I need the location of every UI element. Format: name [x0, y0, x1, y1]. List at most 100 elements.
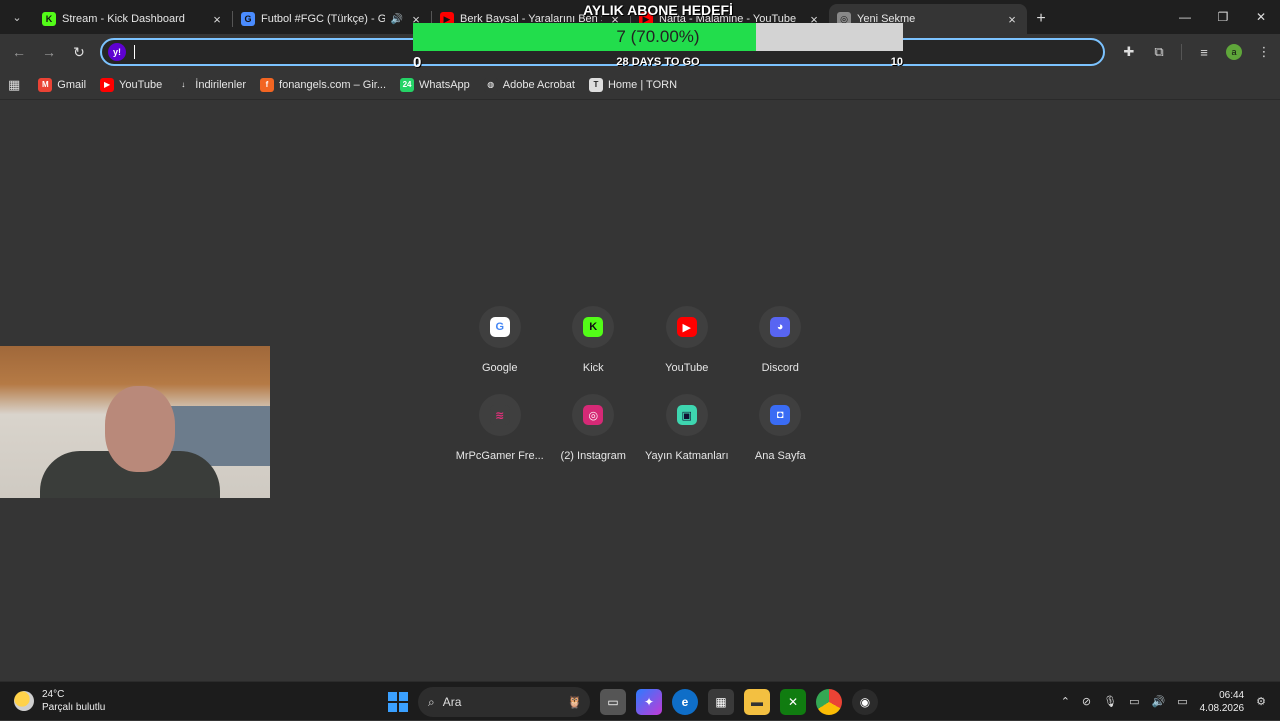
tab[interactable]: K Stream - Kick Dashboard × — [34, 4, 232, 34]
bookmark-favicon-icon: 24 — [400, 77, 415, 92]
close-window-button[interactable]: ✕ — [1242, 0, 1280, 34]
shortcut-logo-icon: G — [489, 317, 510, 337]
copilot-icon[interactable]: ✦ — [636, 689, 662, 715]
network-off-icon[interactable]: ⊘ — [1082, 695, 1091, 708]
weather-widget[interactable]: 24°C Parçalı bulutlu — [14, 688, 105, 714]
subscriber-goal-overlay: 7 (70.00%) AYLIK ABONE HEDEFİ 0 28 DAYS … — [413, 0, 903, 72]
task-view-icon[interactable]: ▭ — [600, 689, 626, 715]
edge-icon[interactable]: e — [672, 689, 698, 715]
shortcut-label: Discord — [761, 362, 799, 374]
store-icon[interactable]: ▦ — [708, 689, 734, 715]
tab-title: Stream - Kick Dashboard — [62, 13, 185, 25]
shortcut-label: Google — [482, 362, 518, 374]
battery-icon[interactable]: ▭ — [1177, 695, 1187, 708]
clock-date: 4.08.2026 — [1199, 702, 1245, 714]
goal-title: AYLIK ABONE HEDEFİ — [583, 2, 733, 18]
toolbar-actions: ✚ ⧉ ≡ a ⋮ — [1121, 34, 1272, 70]
restore-button[interactable]: ❐ — [1204, 0, 1242, 34]
back-button[interactable]: ← — [4, 44, 34, 60]
media-controls-icon[interactable]: ≡ — [1196, 45, 1212, 60]
shortcut-icon-circle: ◘ — [759, 394, 802, 436]
clock[interactable]: 06:44 4.08.2026 — [1200, 689, 1245, 715]
kebab-menu-icon[interactable]: ⋮ — [1256, 44, 1272, 60]
shortcut-tile[interactable]: K Kick — [547, 306, 641, 374]
extensions-icon[interactable]: ⧉ — [1151, 44, 1167, 60]
settings-gear-icon[interactable]: ⚙ — [1256, 695, 1266, 708]
bookmark-favicon-icon: T — [588, 77, 603, 92]
shortcut-logo-icon: ▣ — [676, 405, 697, 425]
bookmark-label: Gmail — [57, 78, 87, 91]
microphone-icon[interactable]: 🎙 — [1103, 695, 1117, 708]
games-icon[interactable]: ✚ — [1121, 44, 1137, 60]
minimize-button[interactable]: — — [1166, 0, 1204, 34]
shortcut-logo-icon: ◕ — [770, 317, 791, 337]
bookmark-label: fonangels.com – Gir... — [279, 78, 387, 91]
bookmark-item[interactable]: ◍ Adobe Acrobat — [483, 77, 575, 92]
xbox-icon[interactable]: ✕ — [780, 689, 806, 715]
bookmark-label: İndirilenler — [195, 78, 247, 91]
bookmark-favicon-icon: f — [260, 77, 275, 92]
bookmarks-bar: ▦ M Gmail ▶ YouTube ↓ İndirilenler f fonangels.… — [0, 70, 1280, 100]
shortcut-tile[interactable]: ▶ YouTube — [640, 306, 734, 374]
shortcut-label: Kick — [582, 362, 604, 374]
forward-button[interactable]: → — [34, 44, 64, 60]
shortcut-icon-circle: K — [572, 306, 615, 348]
shortcut-tile[interactable]: ≋ MrPcGamer Fre... — [453, 394, 547, 462]
text-cursor — [134, 45, 135, 59]
shortcut-label: YouTube — [665, 362, 709, 374]
obs-icon[interactable]: ◉ — [852, 689, 878, 715]
speaker-icon[interactable]: 🔊 — [1152, 695, 1166, 708]
shortcut-logo-icon: ◎ — [583, 405, 604, 425]
shortcut-tile[interactable]: ◕ Discord — [734, 306, 828, 374]
profile-avatar[interactable]: a — [1226, 44, 1242, 60]
search-icon: ⌕ — [428, 694, 435, 709]
tab-search-button[interactable]: ⌄ — [0, 0, 34, 34]
shortcut-icon-circle: ▶ — [665, 306, 708, 348]
bookmark-label: Adobe Acrobat — [502, 78, 575, 91]
reload-button[interactable]: ↻ — [64, 44, 94, 61]
webcam-feed — [0, 346, 270, 498]
shortcut-logo-icon: ≋ — [489, 405, 510, 425]
goal-progress-label: 7 (70.00%) — [616, 27, 700, 46]
bookmark-label: WhatsApp — [419, 78, 470, 91]
shortcut-tile[interactable]: ▣ Yayın Katmanları — [640, 394, 734, 462]
webcam-person-head — [105, 386, 175, 472]
shortcut-tile[interactable]: ◎ (2) Instagram — [547, 394, 641, 462]
bookmark-item[interactable]: T Home | TORN — [588, 77, 678, 92]
tab-close-icon[interactable]: × — [1005, 12, 1019, 27]
bookmark-favicon-icon: ◍ — [483, 77, 498, 92]
bookmark-item[interactable]: f fonangels.com – Gir... — [260, 77, 387, 92]
bookmark-item[interactable]: M Gmail — [38, 77, 87, 92]
tab-close-icon[interactable]: × — [210, 12, 224, 27]
goal-days-label: 28 DAYS TO GO — [616, 56, 700, 68]
chevron-up-icon[interactable]: ⌃ — [1061, 695, 1070, 708]
bookmark-item[interactable]: ↓ İndirilenler — [176, 77, 247, 92]
start-button[interactable] — [388, 692, 408, 712]
partly-cloudy-icon — [14, 691, 34, 711]
bookmark-item[interactable]: ▶ YouTube — [100, 77, 162, 92]
taskbar-search[interactable]: ⌕ Ara 🦉 — [418, 687, 590, 717]
bookmark-item[interactable]: 24 WhatsApp — [400, 77, 470, 92]
shortcut-grid: G Google K Kick ▶ YouTube ◕ Discord ≋ MrPcGamer F… — [453, 306, 827, 462]
display-icon[interactable]: ▭ — [1129, 695, 1139, 708]
search-label: Ara — [442, 695, 462, 709]
shortcut-label: (2) Instagram — [560, 450, 626, 462]
shortcut-label: MrPcGamer Fre... — [455, 450, 544, 462]
bookmark-label: Home | TORN — [607, 78, 678, 91]
shortcut-icon-circle: G — [478, 306, 521, 348]
bookmark-favicon-icon: M — [38, 77, 53, 92]
chrome-icon[interactable] — [816, 689, 842, 715]
tab[interactable]: G Futbol #FGC (Türkçe) - Gar 🔊 × — [233, 4, 431, 34]
shortcut-tile[interactable]: ◘ Ana Sayfa — [734, 394, 828, 462]
new-tab-button[interactable]: + — [1027, 4, 1055, 34]
tab-audio-icon[interactable]: 🔊 — [391, 14, 403, 25]
toolbar-divider — [1181, 44, 1182, 60]
file-explorer-icon[interactable]: ▬ — [744, 689, 770, 715]
plus-icon: + — [1036, 10, 1046, 27]
shortcut-label: Yayın Katmanları — [644, 450, 729, 462]
apps-grid-icon[interactable]: ▦ — [8, 77, 20, 93]
taskbar-apps: ⌕ Ara 🦉 ▭ ✦ e ▦ ▬ ✕ ◉ — [388, 686, 878, 718]
window-controls: — ❐ ✕ — [1166, 0, 1280, 34]
goal-max-label: 10 — [890, 56, 903, 68]
shortcut-tile[interactable]: G Google — [453, 306, 547, 374]
